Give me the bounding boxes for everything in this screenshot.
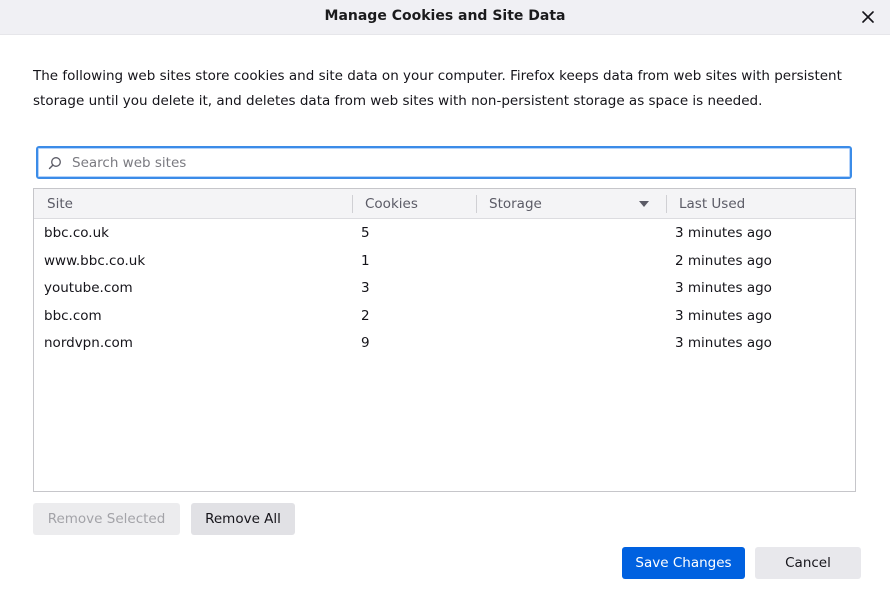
table-body: bbc.co.uk 5 3 minutes ago www.bbc.co.uk …: [34, 219, 855, 357]
description-text: The following web sites store cookies an…: [33, 68, 842, 109]
column-header-cookies[interactable]: Cookies: [352, 195, 476, 213]
column-header-site[interactable]: Site: [34, 189, 352, 219]
site-cell: bbc.co.uk: [44, 225, 109, 241]
dropdown-arrow-icon: [639, 201, 649, 207]
search-box[interactable]: [36, 146, 852, 179]
dialog-title: Manage Cookies and Site Data: [324, 8, 566, 24]
cookies-cell: 2: [361, 307, 370, 324]
site-cell: bbc.com: [44, 307, 102, 324]
site-cell: youtube.com: [44, 280, 133, 296]
close-icon: [862, 11, 874, 23]
column-header-label: Site: [47, 196, 73, 212]
search-icon: [48, 153, 68, 173]
column-header-label: Cookies: [365, 196, 418, 212]
remove-selected-button[interactable]: Remove Selected: [33, 503, 180, 535]
table-row[interactable]: youtube.com 3 3 minutes ago: [34, 274, 855, 302]
last-used-cell: 3 minutes ago: [675, 335, 772, 351]
save-changes-button[interactable]: Save Changes: [622, 547, 745, 579]
dialog-titlebar: Manage Cookies and Site Data: [0, 0, 890, 35]
last-used-cell: 3 minutes ago: [675, 225, 772, 241]
cookies-cell: 9: [361, 335, 370, 351]
site-cell: nordvpn.com: [44, 335, 133, 351]
table-row[interactable]: bbc.com 2 3 minutes ago: [34, 302, 855, 330]
table-row[interactable]: bbc.co.uk 5 3 minutes ago: [34, 219, 855, 247]
column-header-last-used[interactable]: Last Used: [666, 195, 856, 213]
last-used-cell: 3 minutes ago: [675, 307, 772, 324]
cancel-button[interactable]: Cancel: [755, 547, 861, 579]
remove-all-button[interactable]: Remove All: [191, 503, 295, 535]
manage-cookies-dialog: Manage Cookies and Site Data The followi…: [0, 0, 890, 599]
table-header: Site Cookies Storage Last Used: [34, 189, 855, 219]
sites-table: Site Cookies Storage Last Used bbc.co.uk…: [33, 188, 856, 492]
column-header-label: Storage: [489, 196, 542, 212]
table-row[interactable]: www.bbc.co.uk 1 2 minutes ago: [34, 247, 855, 275]
cookies-cell: 5: [361, 225, 370, 241]
last-used-cell: 2 minutes ago: [675, 252, 772, 269]
site-cell: www.bbc.co.uk: [44, 252, 146, 269]
close-button[interactable]: [856, 5, 880, 29]
cookies-cell: 1: [361, 252, 370, 269]
search-input[interactable]: [72, 149, 850, 176]
last-used-cell: 3 minutes ago: [675, 280, 772, 296]
column-header-storage[interactable]: Storage: [476, 195, 666, 213]
table-row[interactable]: nordvpn.com 9 3 minutes ago: [34, 329, 855, 357]
column-header-label: Last Used: [679, 196, 746, 212]
cookies-cell: 3: [361, 280, 370, 296]
